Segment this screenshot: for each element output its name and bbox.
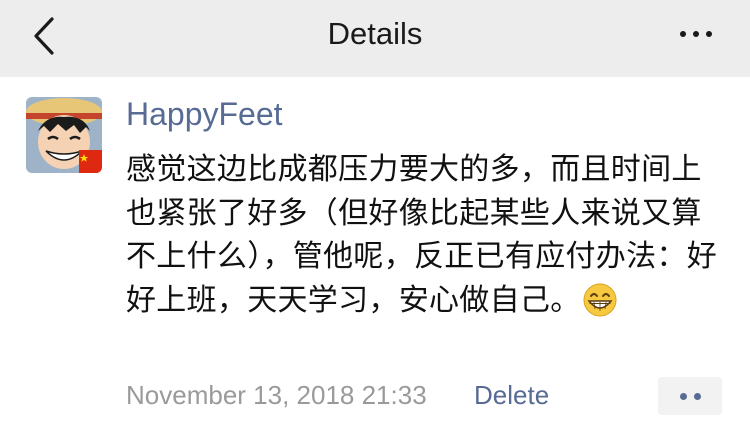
more-options-button[interactable] [668,14,724,54]
avatar[interactable] [26,97,102,173]
top-navigation-bar: Details [0,0,750,77]
grinning-face-emoji [583,283,616,316]
avatar-image [26,97,102,173]
post-text: 感觉这边比成都压力要大的多，而且时间上也紧张了好多（但好像比起某些人来说又算不上… [126,152,717,318]
page-title: Details [327,16,423,51]
like-comment-button[interactable] [658,377,722,415]
username-link[interactable]: HappyFeet [126,96,283,133]
post-body: 感觉这边比成都压力要大的多，而且时间上也紧张了好多（但好像比起某些人来说又算不上… [126,148,726,322]
post-timestamp: November 13, 2018 21:33 [126,380,427,410]
more-horizontal-icon [680,31,686,37]
two-dots-icon [679,392,687,400]
delete-link[interactable]: Delete [474,380,549,411]
